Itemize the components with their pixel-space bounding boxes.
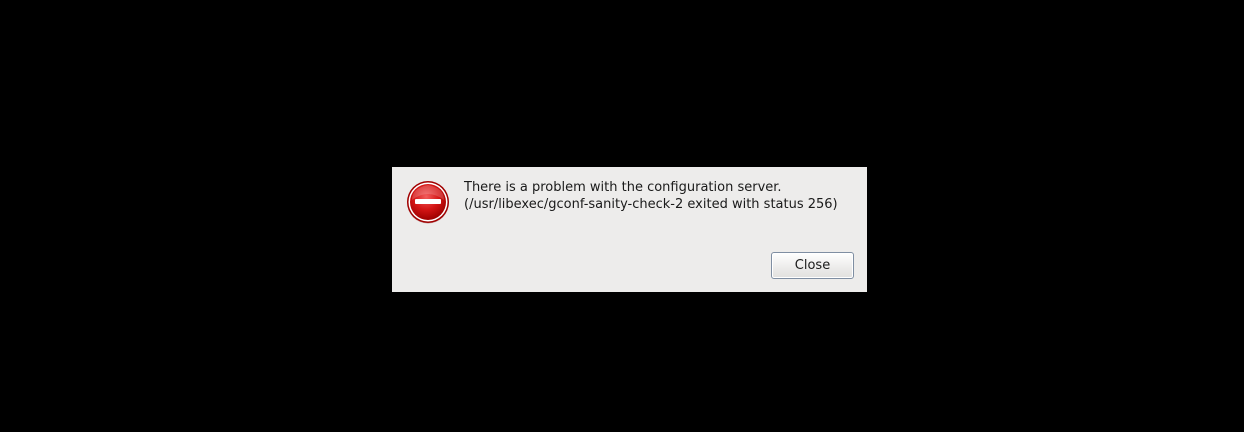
close-button[interactable]: Close (771, 252, 854, 279)
desktop-background: There is a problem with the configuratio… (0, 0, 1244, 432)
error-dialog: There is a problem with the configuratio… (392, 167, 867, 292)
error-message-line-1: There is a problem with the configuratio… (464, 180, 782, 195)
error-message: There is a problem with the configuratio… (464, 179, 864, 213)
error-stop-icon (406, 180, 450, 224)
error-message-line-2: (/usr/libexec/gconf-sanity-check-2 exite… (464, 197, 838, 212)
